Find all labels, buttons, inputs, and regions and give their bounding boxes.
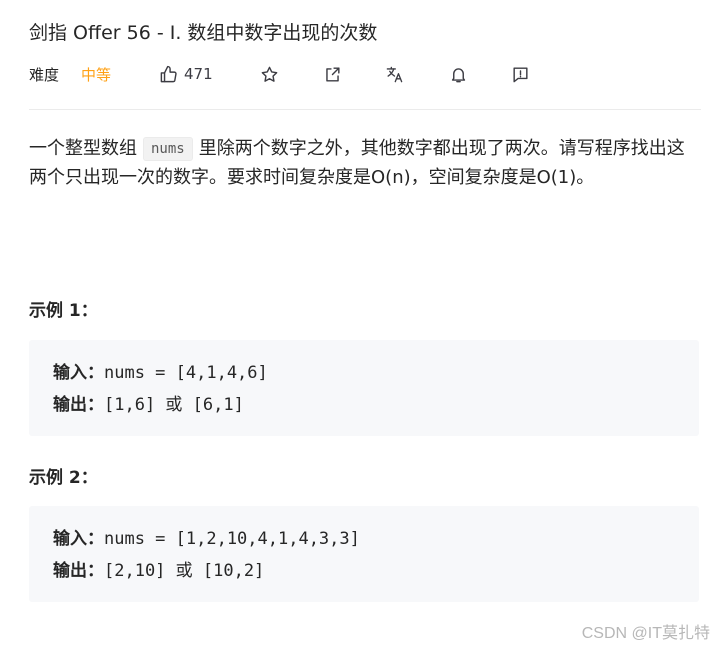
thumbs-up-icon <box>159 65 178 84</box>
example-1-code-block: 输入：nums = [4,1,4,6] 输出：[1,6] 或 [6,1] <box>29 340 699 436</box>
example-2-title: 示例 2： <box>29 468 98 488</box>
inline-code: nums <box>143 137 193 161</box>
divider <box>29 109 701 110</box>
example-output-line: 输出：[2,10] 或 [10,2] <box>53 557 264 585</box>
input-value: nums = [4,1,4,6] <box>104 363 268 383</box>
like-button[interactable]: 471 <box>159 62 213 86</box>
example-output-line: 输出：[1,6] 或 [6,1] <box>53 391 244 419</box>
example-input-line: 输入：nums = [1,2,10,4,1,4,3,3] <box>53 525 360 553</box>
difficulty-value: 中等 <box>81 65 112 84</box>
example-2-code-block: 输入：nums = [1,2,10,4,1,4,3,3] 输出：[2,10] 或… <box>29 506 699 602</box>
description-text: 一个整型数组 <box>29 138 137 159</box>
star-icon[interactable] <box>260 62 279 86</box>
translate-icon[interactable] <box>385 62 404 86</box>
share-icon[interactable] <box>323 62 342 86</box>
input-label: 输入： <box>53 529 104 549</box>
output-value: [2,10] 或 [10,2] <box>104 561 265 581</box>
example-1-title: 示例 1： <box>29 301 98 321</box>
input-label: 输入： <box>53 363 104 383</box>
problem-title: 剑指 Offer 56 - I. 数组中数字出现的次数 <box>29 22 378 44</box>
difficulty-label: 难度 <box>29 65 60 84</box>
input-value: nums = [1,2,10,4,1,4,3,3] <box>104 529 360 549</box>
watermark: CSDN @IT莫扎特 <box>581 625 710 642</box>
output-label: 输出： <box>53 561 104 581</box>
bell-icon[interactable] <box>449 62 468 86</box>
output-value: [1,6] 或 [6,1] <box>104 395 244 415</box>
problem-meta-bar: 难度 中等 471 <box>29 62 701 86</box>
problem-description: 一个整型数组 nums 里除两个数字之外，其他数字都出现了两次。请写程序找出这两个只… <box>29 134 701 192</box>
example-input-line: 输入：nums = [4,1,4,6] <box>53 359 268 387</box>
feedback-icon[interactable] <box>511 62 530 86</box>
output-label: 输出： <box>53 395 104 415</box>
like-count: 471 <box>184 65 213 83</box>
